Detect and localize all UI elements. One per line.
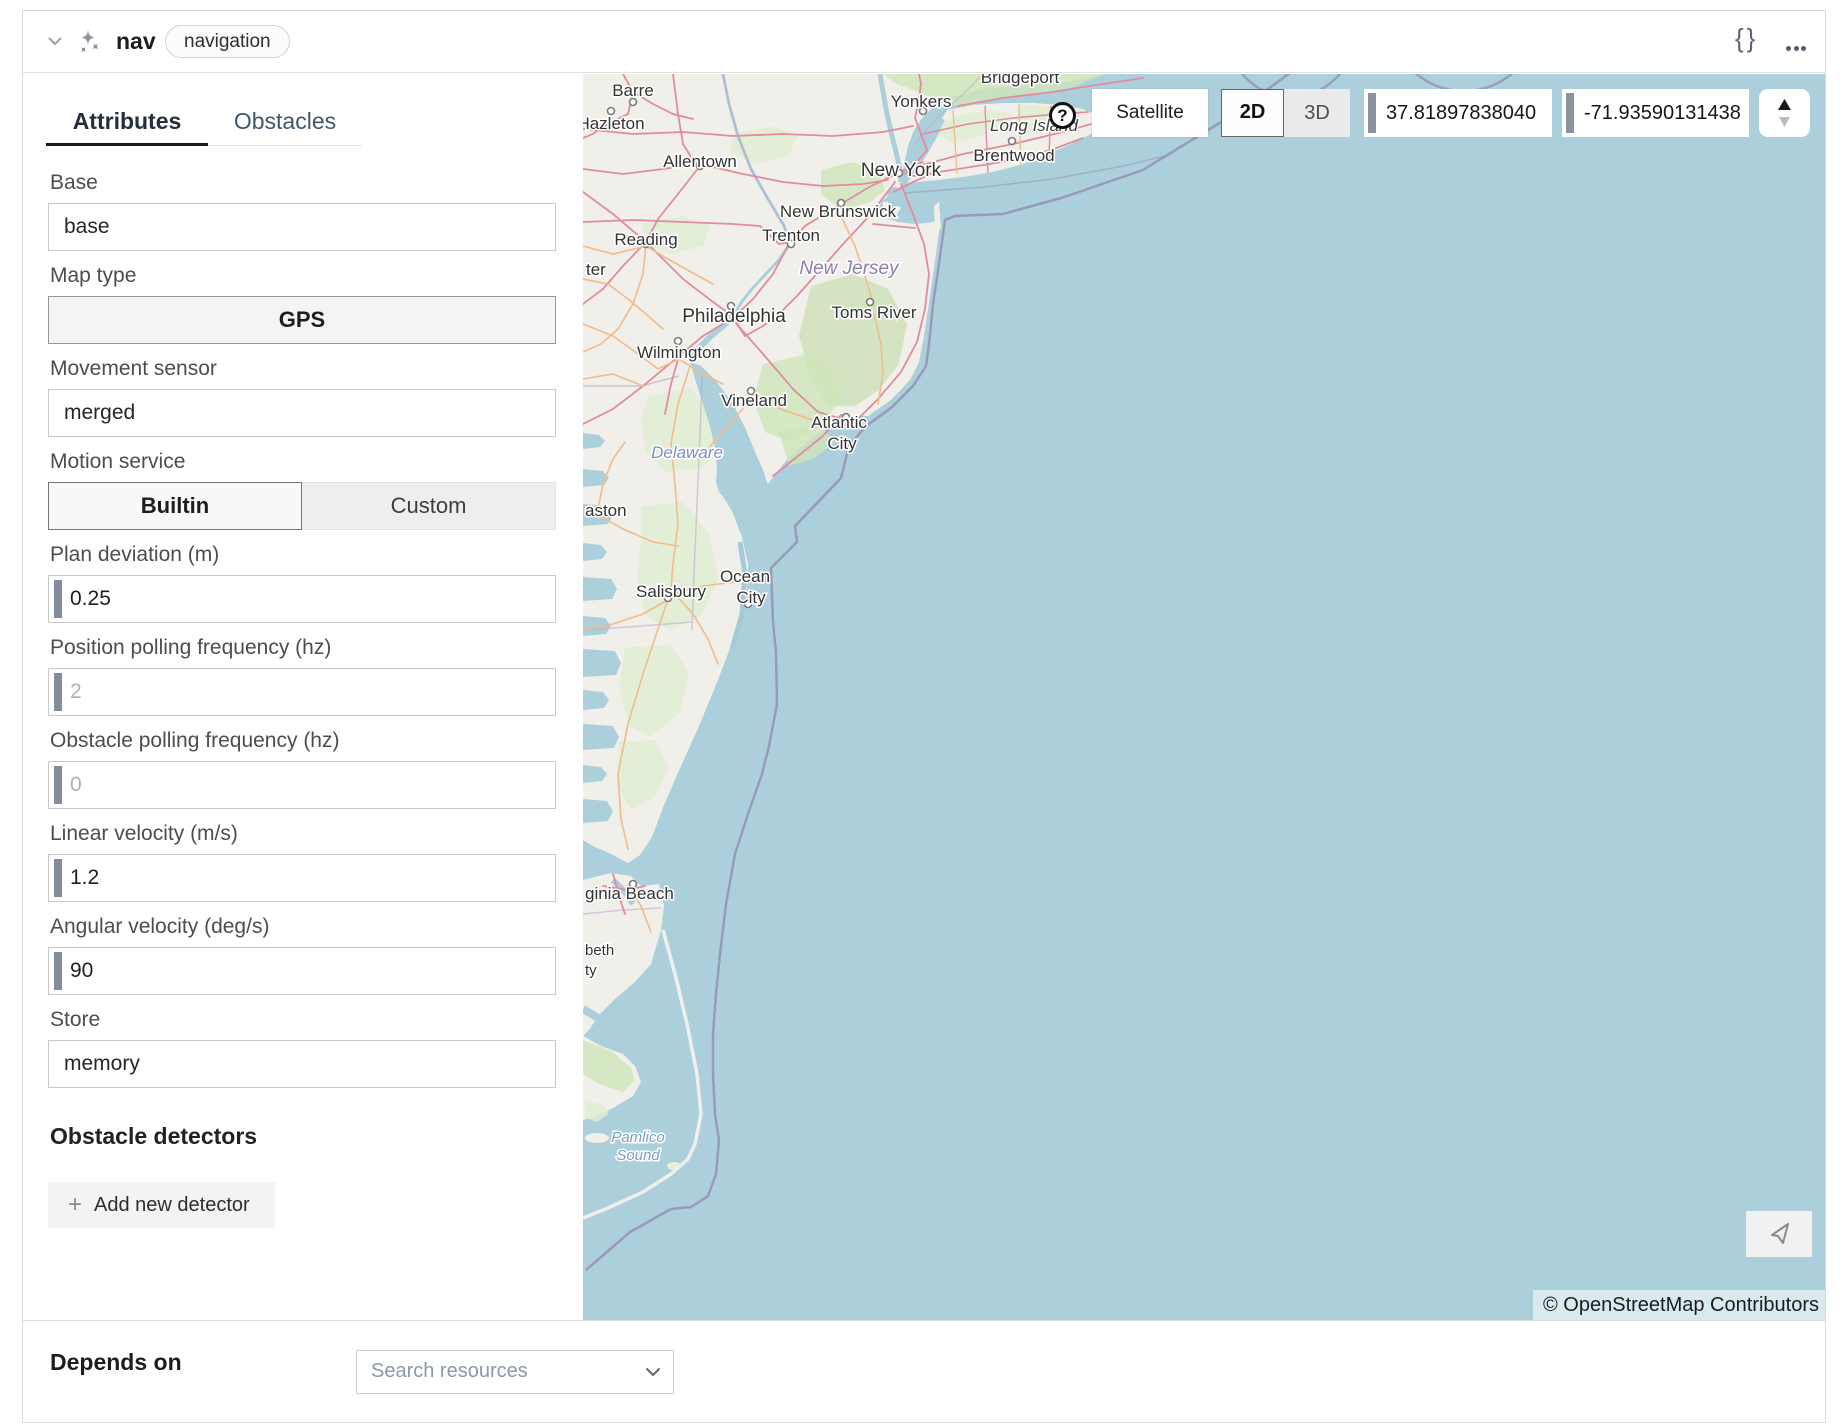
svg-text:Allentown: Allentown	[663, 152, 737, 171]
svg-text:Toms River: Toms River	[831, 303, 916, 322]
svg-text:Salisbury: Salisbury	[636, 582, 706, 601]
svg-text:Pamlico: Pamlico	[611, 1129, 664, 1146]
svg-text:New Jersey: New Jersey	[799, 258, 900, 279]
svg-text:beth: beth	[585, 942, 614, 959]
svg-text:Trenton: Trenton	[762, 226, 820, 245]
svg-text:Yonkers: Yonkers	[891, 92, 952, 111]
svg-text:Sound: Sound	[616, 1147, 660, 1164]
svg-text:Reading: Reading	[614, 230, 677, 249]
svg-text:Atlantic: Atlantic	[811, 413, 867, 432]
svg-text:Delaware: Delaware	[651, 443, 723, 462]
svg-text:Brentwood: Brentwood	[973, 146, 1054, 165]
svg-text:Ocean: Ocean	[720, 567, 770, 586]
svg-text:New York: New York	[861, 160, 942, 181]
svg-text:New Brunswick: New Brunswick	[780, 202, 897, 221]
svg-text:ter: ter	[586, 260, 606, 279]
svg-text:Hazleton: Hazleton	[583, 114, 645, 133]
svg-text:Vineland: Vineland	[721, 391, 787, 410]
svg-text:City: City	[827, 434, 857, 453]
svg-text:Long Island: Long Island	[990, 116, 1078, 135]
svg-text:Bridgeport: Bridgeport	[981, 74, 1060, 87]
svg-text:aston: aston	[585, 501, 627, 520]
svg-text:ty: ty	[585, 962, 597, 979]
svg-text:Wilmington: Wilmington	[637, 343, 721, 362]
svg-text:ginia Beach: ginia Beach	[585, 884, 674, 903]
svg-text:Barre: Barre	[612, 81, 654, 100]
svg-text:Philadelphia: Philadelphia	[682, 306, 786, 327]
svg-text:City: City	[736, 588, 766, 607]
